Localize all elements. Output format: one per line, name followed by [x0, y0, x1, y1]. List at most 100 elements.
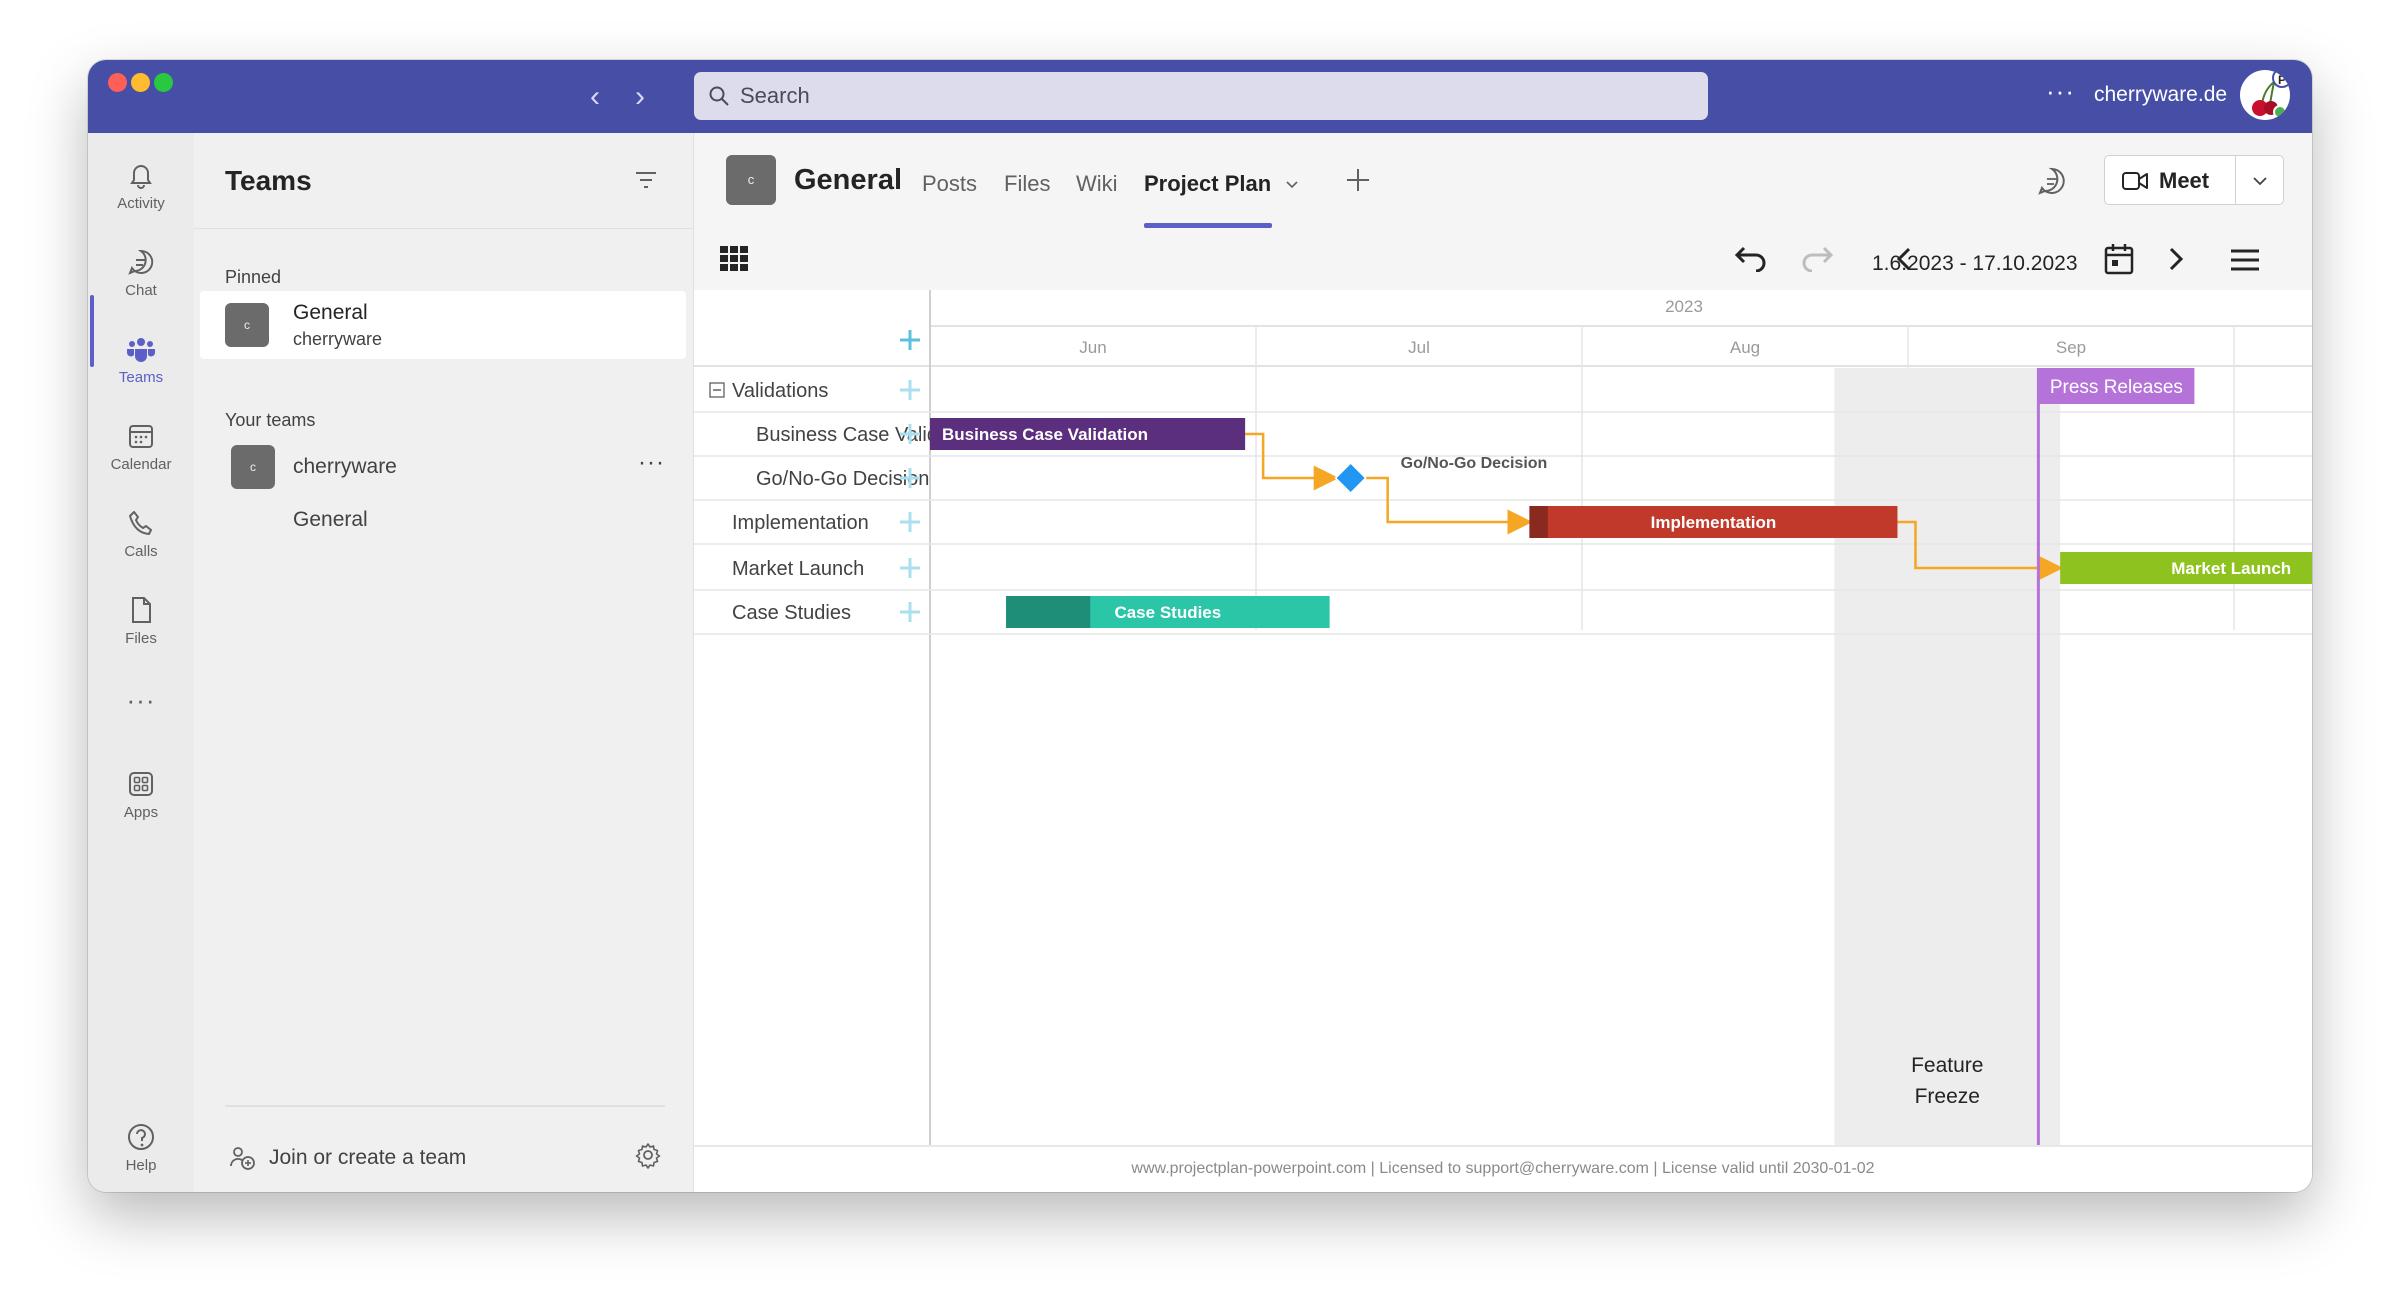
event-marker-label: Press Releases	[2050, 377, 2183, 398]
task-name[interactable]: Case Studies	[732, 602, 851, 624]
forward-arrow-icon[interactable]: ›	[635, 82, 645, 112]
tab-project-plan[interactable]: Project Plan	[1144, 171, 1271, 197]
close-window-button[interactable]	[108, 73, 127, 92]
rail-label: Apps	[123, 804, 159, 821]
task-progress	[1529, 506, 1548, 538]
pinned-team-name: cherryware	[293, 329, 383, 349]
user-avatar[interactable]: P	[2240, 70, 2290, 120]
app-rail: Activity Chat Teams Calendar Calls Files…	[88, 133, 194, 1192]
task-bar-label: Market Launch	[2171, 559, 2291, 578]
channel-title: General	[794, 164, 902, 196]
divider	[194, 228, 694, 229]
filter-icon[interactable]	[634, 169, 658, 191]
chat-icon	[128, 249, 154, 275]
meet-label: Meet	[2159, 168, 2210, 193]
gantt-svg: FeatureFreeze 2023 JunJulAugSepOkt Valid…	[694, 290, 2312, 1145]
rail-item-calls[interactable]: Calls	[88, 507, 194, 560]
chevron-down-icon[interactable]	[1285, 180, 1299, 190]
rail-label: Activity	[117, 195, 165, 212]
add-task-button[interactable]	[900, 330, 920, 350]
channel-header: c General Posts Files Wiki Project Plan …	[694, 133, 2312, 228]
divider	[225, 1105, 665, 1107]
calendar-icon[interactable]	[2104, 243, 2134, 275]
back-arrow-icon[interactable]: ‹	[590, 82, 600, 112]
chevron-right-icon[interactable]	[2168, 246, 2184, 272]
video-camera-icon	[2122, 172, 2148, 190]
license-footer: www.projectplan-powerpoint.com | License…	[694, 1145, 2312, 1192]
minimize-window-button[interactable]	[131, 73, 150, 92]
team-more-button[interactable]: ···	[638, 449, 665, 477]
divider	[2235, 156, 2236, 204]
feature-freeze-zone	[1834, 368, 2061, 1145]
teams-window: ‹ › Search ··· cherryware.de P Activity	[88, 60, 2312, 1192]
add-tab-icon[interactable]	[1344, 166, 1372, 194]
more-options-button[interactable]: ···	[2046, 76, 2075, 107]
rail-item-chat[interactable]: Chat	[88, 246, 194, 299]
rail-item-files[interactable]: Files	[88, 594, 194, 647]
org-name[interactable]: cherryware.de	[2094, 83, 2227, 107]
tab-files[interactable]: Files	[1004, 171, 1050, 197]
rail-label: Help	[125, 1157, 157, 1174]
feature-freeze-label: Freeze	[1915, 1085, 1980, 1108]
task-bar-label: Implementation	[1651, 513, 1777, 532]
help-icon	[128, 1124, 154, 1150]
team-name: cherryware	[293, 455, 397, 478]
channel-tile: c	[726, 155, 776, 205]
month-label: Aug	[1730, 338, 1760, 357]
rail-item-calendar[interactable]: Calendar	[88, 420, 194, 473]
settings-gear-icon[interactable]	[634, 1141, 662, 1169]
channel-item-general[interactable]: General	[293, 508, 368, 532]
milestone-label: Go/No-Go Decision	[1401, 455, 1548, 472]
rail-label: Files	[125, 630, 157, 647]
add-subtask-button[interactable]	[900, 380, 920, 400]
date-range[interactable]: 1.6.2023 - 17.10.2023	[1872, 252, 2078, 276]
task-name[interactable]: Market Launch	[732, 558, 864, 580]
main-content: c General Posts Files Wiki Project Plan …	[694, 133, 2312, 1192]
task-bar-label: Case Studies	[1114, 603, 1221, 622]
rail-item-more[interactable]: ···	[88, 685, 194, 716]
redo-icon[interactable]	[1798, 246, 1834, 272]
more-icon: ···	[126, 685, 156, 715]
join-label: Join or create a team	[269, 1146, 467, 1169]
rail-label: Calendar	[110, 456, 172, 473]
team-tile: c	[231, 445, 275, 489]
task-bar-label: Business Case Validation	[942, 425, 1148, 444]
add-subtask-button[interactable]	[900, 512, 920, 532]
search-icon	[709, 86, 729, 106]
task-name[interactable]: Validations	[732, 380, 828, 402]
meet-button[interactable]: Meet	[2104, 155, 2284, 205]
add-team-icon	[230, 1147, 255, 1170]
grid-menu-icon[interactable]	[720, 246, 748, 272]
your-teams-label: Your teams	[225, 410, 316, 430]
year-label: 2023	[1665, 297, 1703, 316]
undo-icon[interactable]	[1734, 246, 1770, 272]
tab-wiki[interactable]: Wiki	[1076, 171, 1118, 197]
tab-posts[interactable]: Posts	[922, 171, 977, 197]
rail-label: Chat	[125, 282, 157, 299]
chevron-down-icon[interactable]	[2252, 176, 2268, 186]
pinned-channel-item[interactable]: c General cherryware	[200, 291, 686, 359]
join-create-team-button[interactable]: Join or create a team	[225, 1139, 665, 1179]
team-item-cherryware[interactable]: c cherryware ···	[194, 435, 694, 495]
rail-label: Teams	[118, 369, 164, 386]
pinned-label: Pinned	[225, 267, 282, 287]
teams-panel: Teams Pinned c General cherryware Your t…	[194, 133, 694, 1192]
team-tile: c	[225, 303, 269, 347]
bell-icon	[130, 165, 152, 189]
zoom-window-button[interactable]	[154, 73, 173, 92]
pinned-channel-name: General	[293, 301, 368, 324]
rail-item-help[interactable]: Help	[88, 1121, 194, 1174]
rail-item-teams[interactable]: Teams	[88, 333, 194, 386]
rail-item-activity[interactable]: Activity	[88, 159, 194, 212]
feature-freeze-label: Feature	[1911, 1054, 1983, 1077]
month-label: Jul	[1408, 338, 1430, 357]
milestone-diamond[interactable]	[1334, 461, 1367, 495]
rail-item-apps[interactable]: Apps	[88, 768, 194, 821]
hamburger-menu-icon[interactable]	[2230, 248, 2260, 272]
search-input[interactable]: Search	[694, 72, 1708, 120]
add-subtask-button[interactable]	[900, 558, 920, 578]
presence-badge: P	[2272, 70, 2290, 88]
task-name[interactable]: Implementation	[732, 512, 869, 534]
add-subtask-button[interactable]	[900, 602, 920, 622]
conversation-icon[interactable]	[2037, 166, 2067, 196]
